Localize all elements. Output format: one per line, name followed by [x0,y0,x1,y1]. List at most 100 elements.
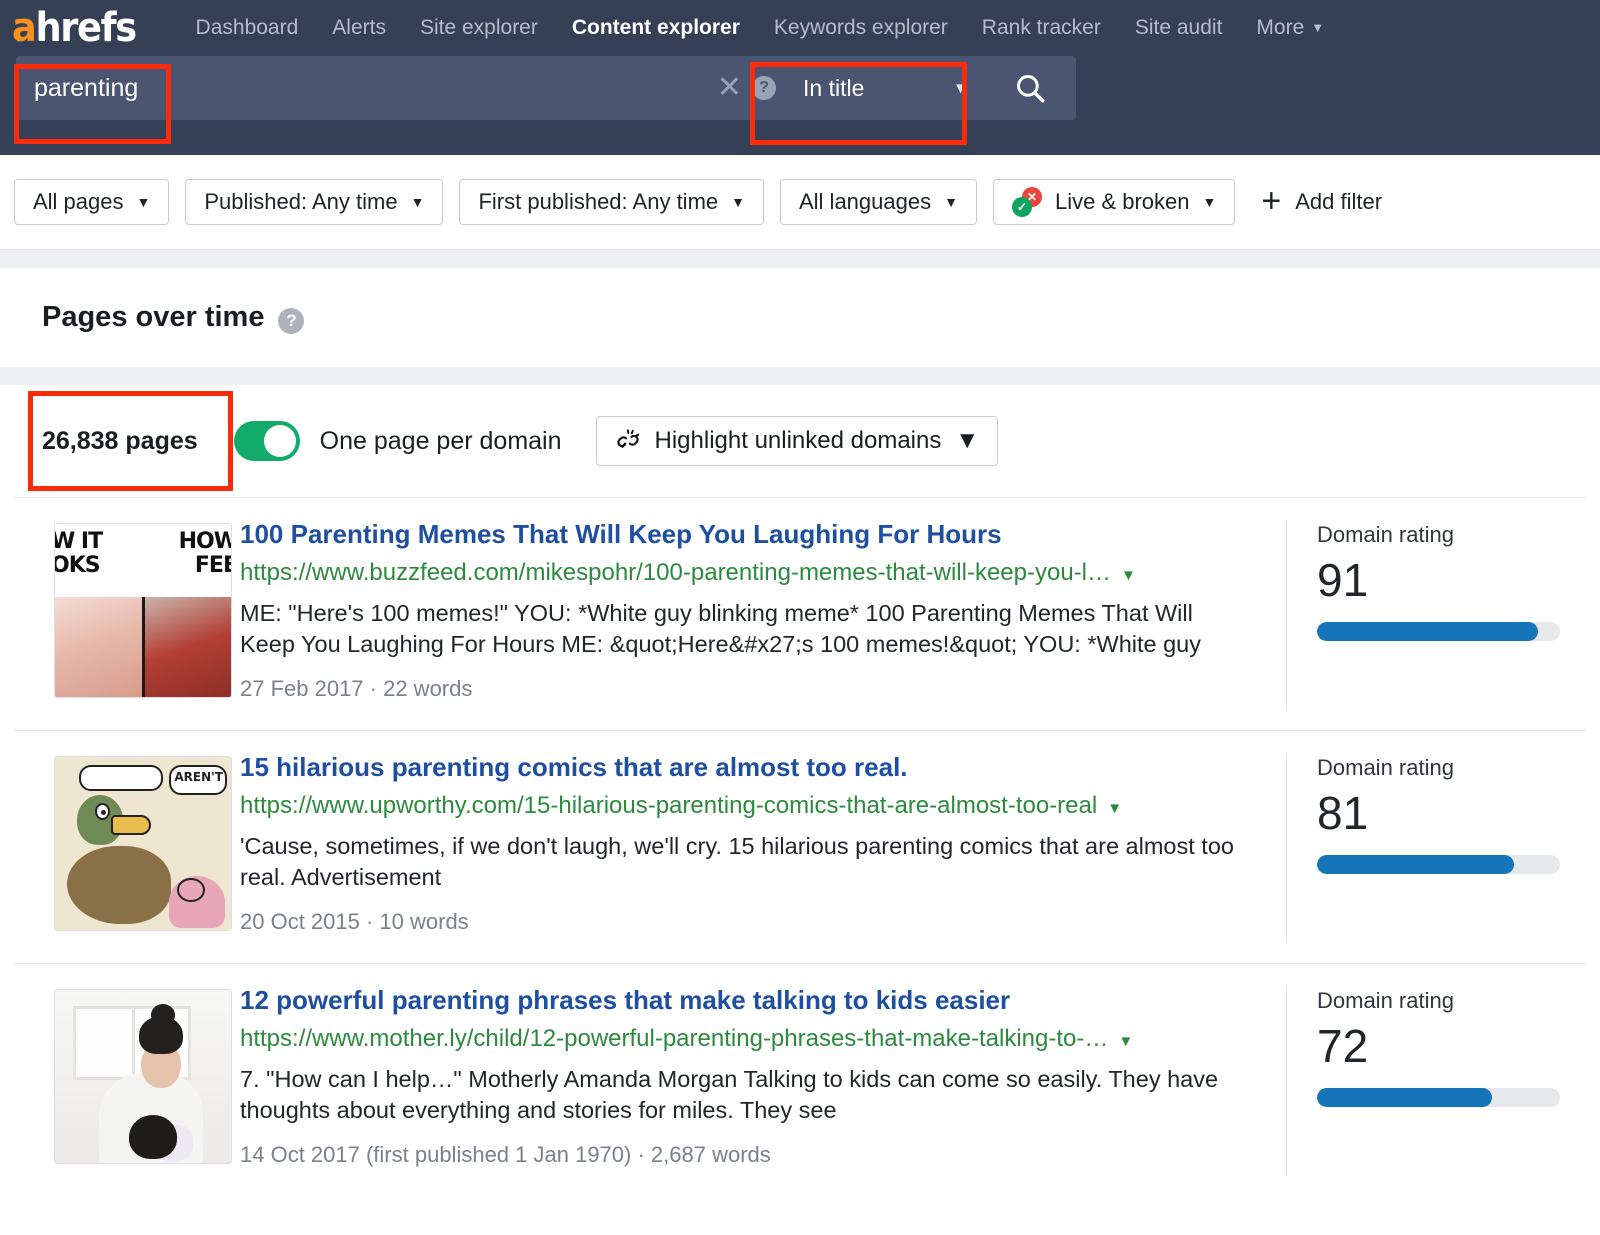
meme-art: W IT OKS HOW FEE [55,524,231,697]
result-meta: 20 Oct 2015 · 10 words [240,909,1258,935]
kid-face [177,878,205,902]
highlight-unlinked-domains-dropdown[interactable]: Highlight unlinked domains ▼ [596,416,999,466]
search-help-icon[interactable]: ? [752,76,776,100]
nav-item-label: Rank tracker [982,16,1101,39]
filter-bar: All pages ▼ Published: Any time ▼ First … [0,155,1600,250]
domain-rating-value: 91 [1317,556,1586,606]
result-meta: 27 Feb 2017 · 22 words [240,676,1258,702]
app-root: ahrefs Dashboard Alerts Site explorer Co… [0,0,1600,1235]
results-toolbar: 26,838 pages One page per domain Highlig… [14,385,1586,497]
nav-item-label: Site audit [1135,16,1223,39]
result-body: 12 powerful parenting phrases that make … [232,986,1286,1176]
toggle-knob [264,425,296,457]
duck-bill [111,815,151,835]
page-title: Pages over time [42,301,264,334]
chevron-down-icon[interactable]: ▼ [1118,1033,1133,1050]
meme-text-left-1: W IT [54,530,102,553]
chevron-down-icon: ▼ [955,427,979,455]
domain-rating-value: 81 [1317,789,1586,839]
chevron-down-icon: ▼ [411,194,425,210]
nav-items: Dashboard Alerts Site explorer Content e… [179,10,1342,46]
add-filter-button[interactable]: + Add filter [1261,189,1382,215]
logo-text: hrefs [35,5,135,51]
result-snippet: ME: "Here's 100 memes!" YOU: *White guy … [240,598,1240,661]
result-snippet: 'Cause, sometimes, if we don't laugh, we… [240,831,1240,894]
result-url-link[interactable]: https://www.upworthy.com/15-hilarious-pa… [240,792,1097,820]
speech-bubble-text: AREN'T [174,770,223,784]
nav-row: ahrefs Dashboard Alerts Site explorer Co… [0,0,1600,56]
filter-label: All pages [33,189,124,215]
result-title-link[interactable]: 100 Parenting Memes That Will Keep You L… [240,520,1002,550]
result-url-row: https://www.mother.ly/child/12-powerful-… [240,1025,1258,1053]
filter-languages[interactable]: All languages ▼ [780,179,977,225]
search-icon [1013,71,1047,105]
mother-baby-photo-thumbnail[interactable] [54,989,232,1164]
result-url-link[interactable]: https://www.mother.ly/child/12-powerful-… [240,1025,1108,1053]
meme-text-right-1: HOW [179,530,232,553]
filter-all-pages[interactable]: All pages ▼ [14,179,169,225]
domain-rating-bar [1317,622,1560,641]
search-input[interactable] [34,74,707,103]
nav-item-label: Site explorer [420,16,538,39]
chevron-down-icon[interactable]: ▼ [1121,567,1136,584]
window-mullion [132,1009,135,1077]
nav-item-rank-tracker[interactable]: Rank tracker [965,10,1118,46]
search-mode-value: In title [803,75,864,102]
one-page-per-domain-toggle[interactable] [234,421,300,461]
panel-header: Pages over time ? [14,268,1586,367]
content-gap-top [0,250,1600,268]
result-thumbnail-cell [14,986,232,1176]
meme-thumbnail[interactable]: W IT OKS HOW FEE [54,523,232,698]
domain-rating-label: Domain rating [1317,522,1586,548]
clear-search-icon[interactable]: ✕ [707,56,752,120]
meme-text-right-2: FEE [195,554,232,577]
domain-rating-label: Domain rating [1317,755,1586,781]
search-bar: ✕ ? In title ▼ [16,56,1076,120]
panel-help-icon[interactable]: ? [278,308,304,334]
filter-published[interactable]: Published: Any time ▼ [185,179,443,225]
nav-item-keywords-explorer[interactable]: Keywords explorer [757,10,965,46]
search-submit-button[interactable] [984,56,1076,120]
filter-label: All languages [799,189,931,215]
nav-item-alerts[interactable]: Alerts [315,10,403,46]
filter-label: Live & broken [1055,189,1190,215]
search-mode-dropdown[interactable]: In title ▼ [784,56,984,120]
nav-item-label: Dashboard [196,16,299,39]
domain-rating-value: 72 [1317,1022,1586,1072]
result-meta: 14 Oct 2017 (first published 1 Jan 1970)… [240,1142,1258,1168]
meme-photo-area [55,597,231,697]
filter-first-published[interactable]: First published: Any time ▼ [459,179,764,225]
filter-live-broken[interactable]: ✕ ✓ Live & broken ▼ [993,179,1235,225]
filter-label: First published: Any time [478,189,718,215]
nav-item-dashboard[interactable]: Dashboard [179,10,316,46]
chevron-down-icon[interactable]: ▼ [1107,800,1122,817]
result-row: W IT OKS HOW FEE 100 Parenting Memes Tha… [14,497,1586,730]
result-url-link[interactable]: https://www.buzzfeed.com/mikespohr/100-p… [240,559,1111,587]
domain-rating-cell: Domain rating 72 [1286,986,1586,1176]
result-row: AREN'T 15 hilarious parenting comics tha… [14,730,1586,963]
chevron-down-icon: ▼ [944,194,958,210]
nav-item-label: More [1256,16,1304,39]
result-thumbnail-cell: AREN'T [14,753,232,943]
logo-letter-a: a [12,5,35,51]
domain-rating-bar-fill [1317,622,1538,641]
result-title-link[interactable]: 12 powerful parenting phrases that make … [240,986,1010,1016]
nav-item-site-audit[interactable]: Site audit [1118,10,1240,46]
result-body: 15 hilarious parenting comics that are a… [232,753,1286,943]
duck-comic-thumbnail[interactable]: AREN'T [54,756,232,931]
nav-item-label: Keywords explorer [774,16,948,39]
nav-item-content-explorer[interactable]: Content explorer [555,10,757,46]
nav-item-more[interactable]: More▼ [1239,10,1341,46]
nav-item-site-explorer[interactable]: Site explorer [403,10,555,46]
result-title-link[interactable]: 15 hilarious parenting comics that are a… [240,753,908,783]
help-icon-glyph: ? [286,311,296,331]
content-gap-mid [0,367,1600,385]
help-icon-glyph: ? [759,79,769,97]
photo-art [55,990,231,1163]
domain-rating-bar-fill [1317,855,1514,874]
live-broken-icon: ✕ ✓ [1012,189,1042,215]
meme-photo-left [55,597,142,697]
photo-mother-hair-bun [151,1004,175,1026]
ahrefs-logo[interactable]: ahrefs [12,8,136,48]
chevron-down-icon: ▼ [137,194,151,210]
